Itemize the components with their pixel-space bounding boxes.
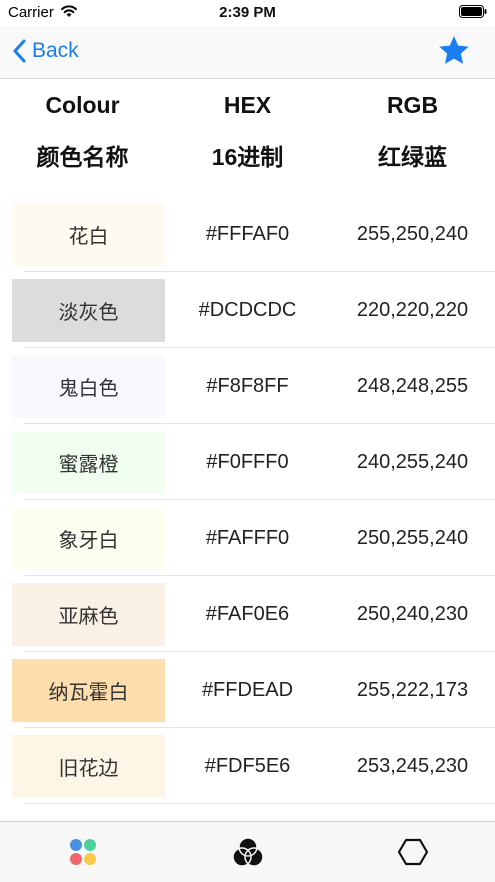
rgb-value: 220,220,220	[356, 299, 469, 321]
header-colour-en: Colour	[45, 92, 120, 118]
color-row[interactable]: 亚麻色 #FAF0E6 250,240,230	[0, 576, 495, 652]
rgb-circles-icon	[231, 837, 264, 867]
color-swatch: 淡灰色	[12, 279, 165, 342]
tab-hex[interactable]	[330, 822, 495, 882]
hex-value: #F8F8FF	[206, 375, 289, 397]
rgb-value: 240,255,240	[356, 451, 469, 473]
tab-rgb[interactable]	[165, 822, 330, 882]
color-swatch: 纳瓦霍白	[12, 659, 165, 722]
color-row[interactable]: 鬼白色 #F8F8FF 248,248,255	[0, 348, 495, 424]
color-list: 花白 #FFFAF0 255,250,240 淡灰色 #DCDCDC 220,2…	[0, 196, 495, 804]
hex-value: #FAFFF0	[205, 527, 290, 549]
header-hex: HEX 16进制	[165, 78, 330, 172]
rgb-value: 248,248,255	[356, 375, 469, 397]
color-row[interactable]: 花白 #FFFAF0 255,250,240	[0, 196, 495, 272]
header-rgb: RGB 红绿蓝	[330, 78, 495, 172]
hex-value: #FFFAF0	[205, 223, 290, 245]
hex-value: #F0FFF0	[206, 451, 289, 473]
status-bar: Carrier 2:39 PM	[0, 0, 495, 26]
header-colour-cn: 颜色名称	[36, 144, 129, 170]
color-swatch: 鬼白色	[12, 355, 165, 418]
color-row[interactable]: 蜜露橙 #F0FFF0 240,255,240	[0, 424, 495, 500]
palette-dots-icon	[69, 839, 96, 865]
header-colour: Colour 颜色名称	[0, 78, 165, 172]
rgb-value: 255,222,173	[356, 679, 469, 701]
rgb-value: 250,255,240	[356, 527, 469, 549]
tab-bar	[0, 821, 495, 882]
status-time: 2:39 PM	[219, 4, 276, 21]
color-row[interactable]: 淡灰色 #DCDCDC 220,220,220	[0, 272, 495, 348]
color-swatch: 旧花边	[12, 735, 165, 798]
color-swatch: 象牙白	[12, 507, 165, 570]
hex-value: #FDF5E6	[204, 755, 291, 777]
header-rgb-cn: 红绿蓝	[378, 144, 447, 170]
hex-value: #FFDEAD	[201, 679, 294, 701]
rgb-value: 250,240,230	[356, 603, 469, 625]
header-hex-en: HEX	[223, 92, 272, 118]
rgb-value: 253,245,230	[356, 755, 469, 777]
favorite-star-icon[interactable]	[437, 34, 471, 68]
hex-value: #DCDCDC	[198, 299, 297, 321]
back-label: Back	[32, 39, 79, 62]
hex-value: #FAF0E6	[205, 603, 290, 625]
color-row[interactable]: 纳瓦霍白 #FFDEAD 255,222,173	[0, 652, 495, 728]
color-swatch: 花白	[12, 203, 165, 266]
header-hex-cn: 16进制	[211, 144, 284, 170]
hexagon-icon	[397, 838, 428, 866]
color-row[interactable]: 旧花边 #FDF5E6 253,245,230	[0, 728, 495, 804]
battery-icon	[459, 5, 487, 18]
rgb-value: 255,250,240	[356, 223, 469, 245]
color-swatch: 蜜露橙	[12, 431, 165, 494]
color-row[interactable]: 象牙白 #FAFFF0 250,255,240	[0, 500, 495, 576]
back-button[interactable]: Back	[12, 36, 79, 66]
header-rgb-en: RGB	[386, 92, 439, 118]
column-header: Colour 颜色名称 HEX 16进制 RGB 红绿蓝	[0, 78, 495, 188]
color-swatch: 亚麻色	[12, 583, 165, 646]
tab-palette[interactable]	[0, 822, 165, 882]
navigation-bar: Back	[0, 26, 495, 79]
chevron-left-icon	[13, 39, 26, 63]
